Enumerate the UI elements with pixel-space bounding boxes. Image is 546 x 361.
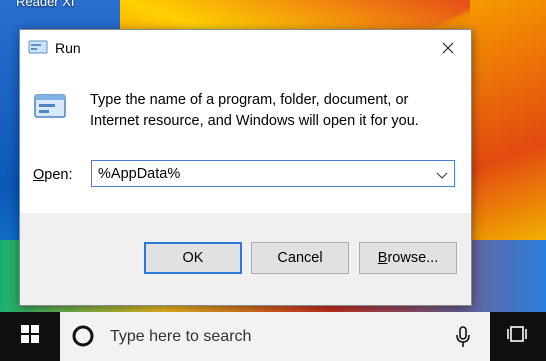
task-view-icon [507, 324, 529, 349]
task-view-button[interactable] [490, 312, 546, 361]
desktop-icon-label[interactable]: Reader XI [16, 0, 75, 9]
open-label: Open: [33, 167, 73, 183]
microphone-icon[interactable] [455, 325, 471, 349]
open-combobox[interactable] [91, 160, 455, 187]
taskbar-search[interactable]: Type here to search [60, 312, 490, 361]
search-placeholder: Type here to search [110, 328, 252, 345]
run-app-icon [33, 92, 67, 120]
ok-button[interactable]: OK [144, 242, 242, 274]
taskbar: Type here to search [0, 312, 546, 361]
cancel-button[interactable]: Cancel [251, 242, 349, 274]
run-dialog: Run Type the name of a program, folder, … [19, 29, 472, 306]
browse-accelerator: B [377, 250, 388, 266]
close-icon [442, 38, 454, 59]
dialog-titlebar[interactable]: Run [20, 30, 471, 66]
chevron-down-icon[interactable] [436, 168, 448, 179]
dialog-title: Run [55, 40, 81, 56]
cortana-circle-icon [72, 325, 94, 347]
run-app-icon [28, 40, 48, 54]
windows-logo-icon [21, 325, 39, 348]
start-button[interactable] [0, 312, 60, 361]
dialog-content: Type the name of a program, folder, docu… [20, 66, 471, 213]
close-button[interactable] [425, 30, 471, 66]
open-input[interactable] [98, 161, 428, 186]
browse-label: rowse... [387, 250, 439, 266]
dialog-description: Type the name of a program, folder, docu… [90, 92, 419, 129]
open-label-accelerator: O [33, 167, 45, 183]
browse-button[interactable]: Browse... [359, 242, 457, 274]
open-label-text: pen: [44, 167, 73, 183]
